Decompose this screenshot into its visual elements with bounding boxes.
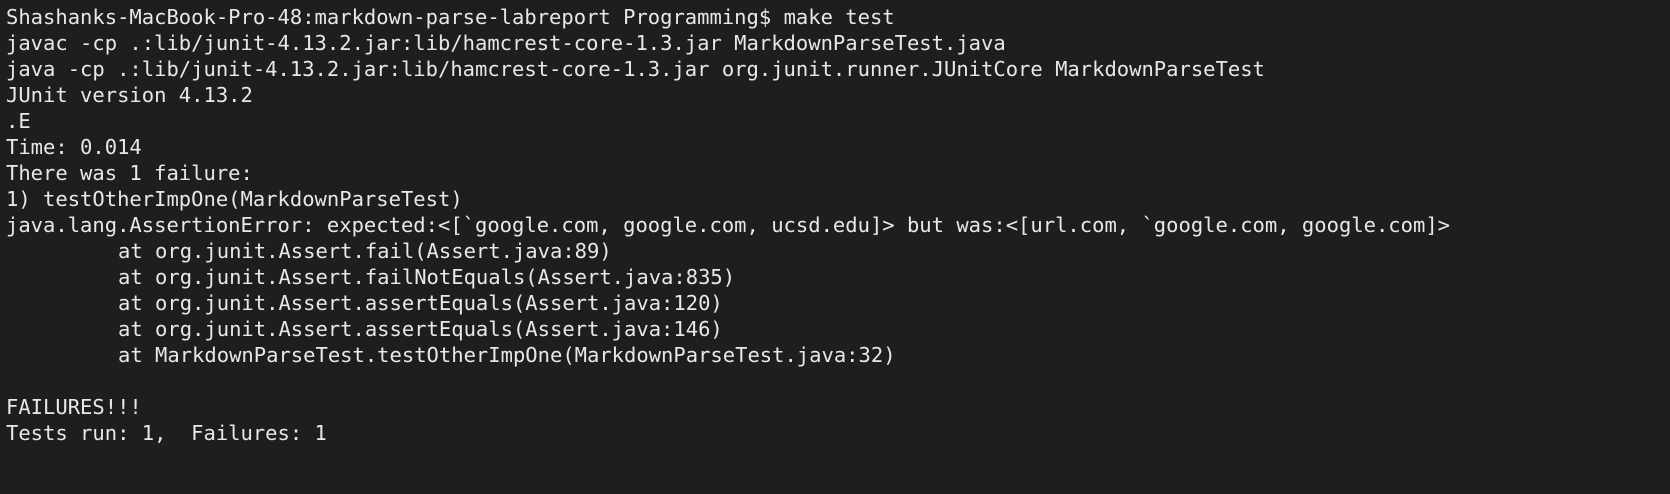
prompt-line: Shashanks-MacBook-Pro-48:markdown-parse-… <box>6 4 1670 30</box>
stack-trace-line: at org.junit.Assert.fail(Assert.java:89) <box>118 239 612 263</box>
stack-trace-line: at org.junit.Assert.assertEquals(Assert.… <box>118 291 723 315</box>
stack-trace-line: at org.junit.Assert.assertEquals(Assert.… <box>118 317 723 341</box>
output-line-time: Time: 0.014 <box>6 135 142 159</box>
output-line-failure-count: There was 1 failure: <box>6 161 253 185</box>
output-line-junit-version: JUnit version 4.13.2 <box>6 83 253 107</box>
terminal-output: Shashanks-MacBook-Pro-48:markdown-parse-… <box>6 4 1670 446</box>
output-line-failed-test: 1) testOtherImpOne(MarkdownParseTest) <box>6 187 463 211</box>
output-line-java-run: java -cp .:lib/junit-4.13.2.jar:lib/hamc… <box>6 57 1265 81</box>
terminal-window[interactable]: Shashanks-MacBook-Pro-48:markdown-parse-… <box>0 0 1670 494</box>
output-line-javac: javac -cp .:lib/junit-4.13.2.jar:lib/ham… <box>6 31 1006 55</box>
output-line-assertion-error: java.lang.AssertionError: expected:<[`go… <box>6 213 1451 237</box>
summary-tests-run: Tests run: 1, Failures: 1 <box>6 421 327 445</box>
prompt-command: make test <box>783 5 895 29</box>
stack-trace-line: at MarkdownParseTest.testOtherImpOne(Mar… <box>118 343 896 367</box>
summary-failures: FAILURES!!! <box>6 395 142 419</box>
output-line-progress: .E <box>6 109 31 133</box>
prompt-host: Shashanks-MacBook-Pro-48:markdown-parse-… <box>6 5 772 29</box>
clipped-previous-line <box>10 0 910 2</box>
stack-trace-line: at org.junit.Assert.failNotEquals(Assert… <box>118 265 736 289</box>
